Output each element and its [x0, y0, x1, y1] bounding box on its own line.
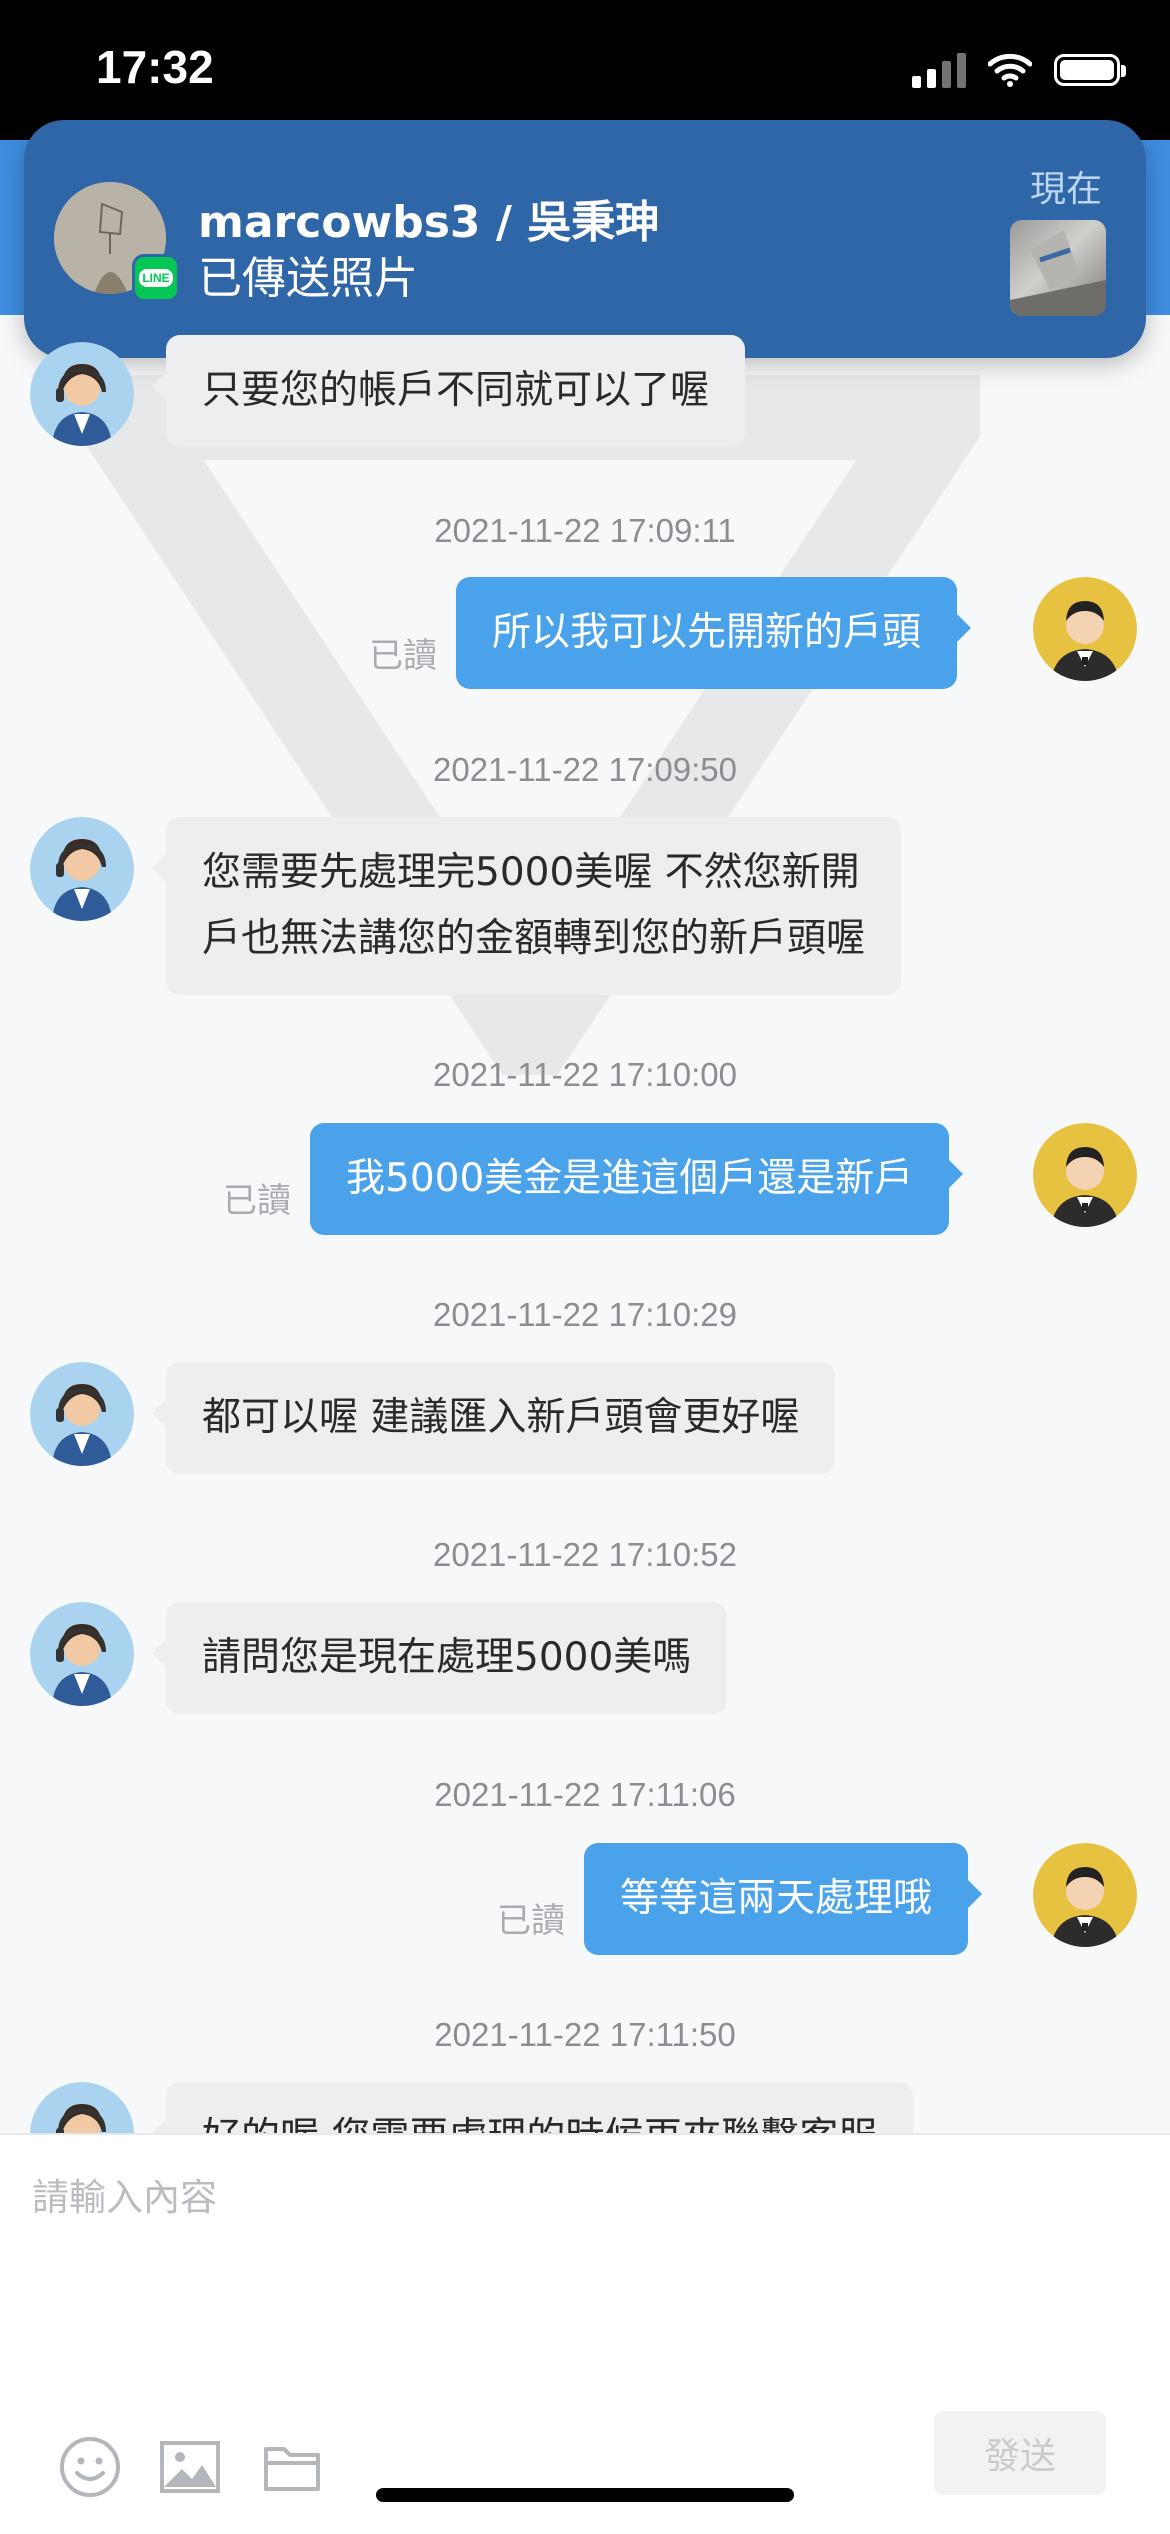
user-avatar — [1033, 1843, 1137, 1947]
photo-thumbnail — [1010, 220, 1106, 316]
message-bubble-incoming: 都可以喔 建議匯入新戶頭會更好喔 — [151, 1362, 836, 1474]
emoji-icon[interactable] — [58, 2435, 122, 2499]
message-input[interactable] — [30, 2165, 1134, 2329]
read-receipt: 已讀 — [223, 1181, 291, 1221]
message-line: 戶也無法講您的金額轉到您的新戶頭喔 — [202, 916, 866, 961]
user-avatar — [1033, 577, 1137, 681]
message-bubble-outgoing: 等等這兩天處理哦 — [584, 1843, 983, 1955]
agent-avatar — [30, 1602, 134, 1706]
status-bar: 17:32 — [0, 0, 1170, 140]
message-timestamp: 2021-11-22 17:10:29 — [433, 1296, 737, 1333]
message-timestamp: 2021-11-22 17:11:50 — [434, 2016, 736, 2053]
message-timestamp: 2021-11-22 17:09:50 — [433, 751, 737, 788]
message-bubble-incoming: 好的喔 您需要處理的時候再來聯繫客服 — [151, 2082, 914, 2133]
folder-icon[interactable] — [260, 2435, 324, 2499]
message-timestamp: 2021-11-22 17:11:06 — [434, 1776, 736, 1813]
message-bubble-incoming: 請問您是現在處理5000美嗎 — [151, 1602, 728, 1714]
agent-avatar — [30, 1362, 134, 1466]
read-receipt: 已讀 — [497, 1901, 565, 1941]
line-app-icon: LINE — [132, 254, 180, 302]
message-timestamp: 2021-11-22 17:10:52 — [433, 1536, 737, 1573]
message-bubble-outgoing: 所以我可以先開新的戶頭 — [456, 577, 972, 689]
message-line: 您需要先處理完5000美喔 不然您新開 — [202, 850, 860, 895]
notification-body: 已傳送照片 — [198, 253, 418, 304]
notification-time: 現在 — [1029, 169, 1102, 210]
image-icon[interactable] — [158, 2435, 222, 2499]
cellular-signal-icon — [912, 52, 966, 88]
chat-area[interactable]: 只要您的帳戶不同就可以了喔 2021-11-22 17:09:11 已讀 所以我… — [0, 315, 1170, 2133]
notification-title: marcowbs3 / 吳秉珅 — [198, 197, 660, 248]
message-timestamp: 2021-11-22 17:09:11 — [434, 512, 736, 549]
agent-avatar — [30, 817, 134, 921]
status-icons — [912, 52, 1126, 88]
wifi-icon — [988, 53, 1032, 87]
user-avatar — [1033, 1123, 1137, 1227]
battery-icon — [1054, 54, 1126, 86]
message-bubble-outgoing: 我5000美金是進這個戶還是新戶 — [310, 1123, 964, 1235]
status-time: 17:32 — [96, 41, 214, 93]
message-composer: 發送 — [0, 2133, 1170, 2534]
home-indicator[interactable] — [376, 2488, 794, 2502]
agent-avatar — [30, 2082, 134, 2133]
message-bubble-incoming: 您需要先處理完5000美喔 不然您新開 戶也無法講您的金額轉到您的新戶頭喔 — [151, 817, 902, 995]
send-button[interactable]: 發送 — [934, 2411, 1106, 2495]
message-timestamp: 2021-11-22 17:10:00 — [433, 1056, 737, 1093]
read-receipt: 已讀 — [369, 636, 437, 676]
agent-avatar — [30, 342, 134, 446]
message-bubble-incoming: 只要您的帳戶不同就可以了喔 — [151, 335, 746, 447]
